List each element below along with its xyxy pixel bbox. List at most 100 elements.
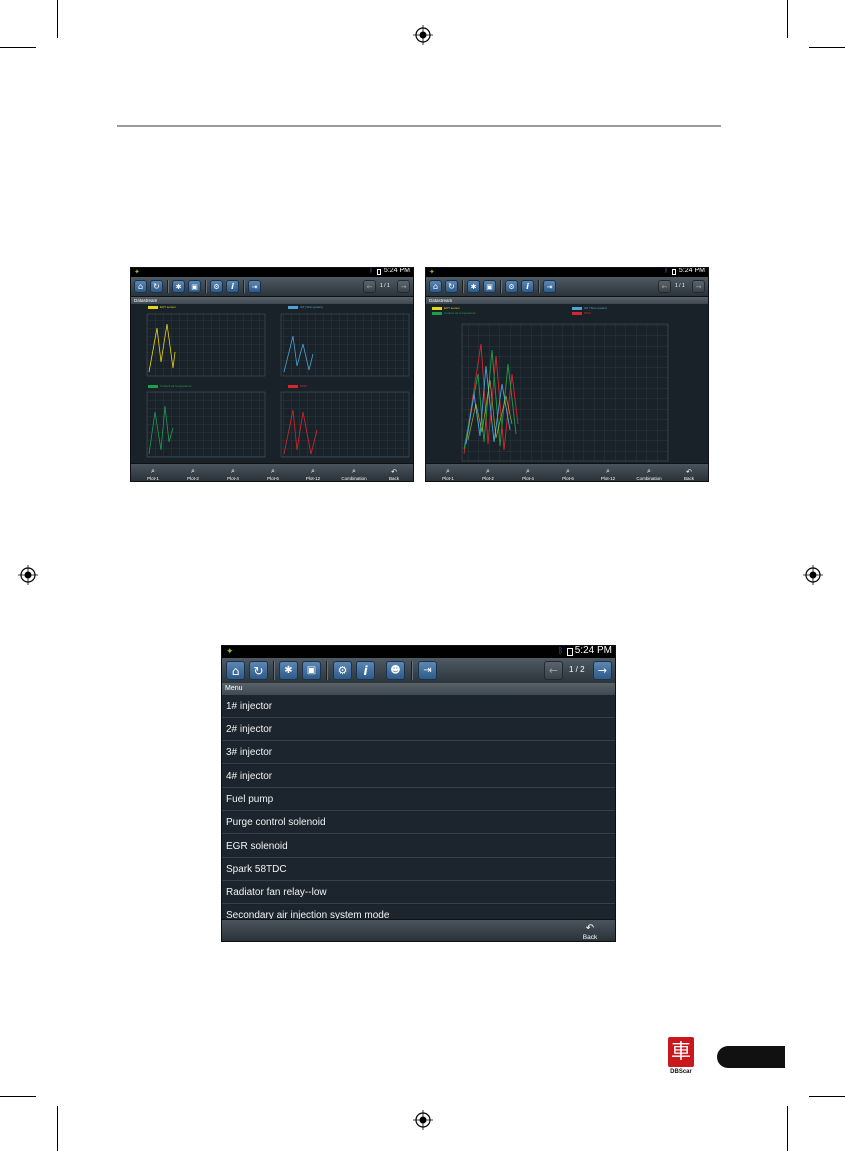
next-page-button[interactable]: → [692,280,705,293]
toolbar-separator [205,280,207,293]
toolbar-separator [500,280,502,293]
plot-12-button[interactable]: ⌕ Plot-12 [299,464,327,481]
back-arrow-icon: ↶ [686,469,692,476]
arrow-right-icon: → [695,282,702,291]
list-item[interactable]: 4# injector [222,765,615,788]
button-label: Plot-4 [522,476,534,481]
gear-icon: ⚙ [508,282,515,291]
plot-12-button[interactable]: ⌕ Plot-12 [594,464,622,481]
legend-label: ECT sensor [444,306,460,310]
plot-6-button[interactable]: ⌕ Plot-6 [554,464,582,481]
refresh-icon: ↻ [153,282,160,291]
toolbar: ⌂ ↻ ✱ ▣ ⚙ i ⇥ ← 1 / 1 → [131,277,413,297]
back-arrow-icon: ↶ [585,923,595,934]
list-item[interactable]: EGR solenoid [222,835,615,858]
bluetooth-icon: ᛒ [369,268,373,274]
exit-button[interactable]: ⇥ [248,280,261,293]
list-item[interactable]: 1# injector [222,695,615,718]
message-icon: ▣ [306,665,317,676]
legend-swatch-green [148,385,158,388]
bottom-bar: ⌕ Plot-1 ⌕ Plot-2 ⌕ Plot-4 ⌕ Plot-6 ⌕ Plot-12… [426,463,708,481]
list-item-label: 3# injector [226,746,273,758]
bottom-bar: ↶ Back [222,919,615,941]
back-button[interactable]: ↶ Back [574,920,606,942]
info-button[interactable]: i [226,280,239,293]
next-page-button[interactable]: → [397,280,410,293]
record-button[interactable]: ✱ [467,280,480,293]
back-button[interactable]: ↶ Back [676,464,702,481]
exit-button[interactable]: ⇥ [543,280,556,293]
settings-button[interactable]: ⚙ [333,661,352,680]
combination-button[interactable]: ⌕ Combination [337,464,371,481]
record-button[interactable]: ✱ [279,661,298,680]
plot-1-button[interactable]: ⌕ Plot-1 [434,464,462,481]
plot-1-button[interactable]: ⌕ Plot-1 [139,464,167,481]
next-page-button[interactable]: → [593,661,612,680]
home-button[interactable]: ⌂ [134,280,147,293]
section-label: Datastream [426,297,708,304]
list-item[interactable]: Spark 58TDC [222,858,615,881]
refresh-button[interactable]: ↻ [249,661,268,680]
plot-grid [280,313,410,377]
crop-mark [0,1096,36,1097]
home-button[interactable]: ⌂ [429,280,442,293]
legend-label: Coolant air temperature [160,384,192,388]
info-button[interactable]: i [521,280,534,293]
prev-page-button[interactable]: ← [658,280,671,293]
toolbar: ⌂ ↻ ✱ ▣ ⚙ i ☻ ⇥ ← 1 / 2 → [222,658,615,684]
refresh-button[interactable]: ↻ [445,280,458,293]
refresh-icon: ↻ [253,663,264,678]
chart-icon: ⌕ [231,468,235,475]
bluetooth-icon: ᛒ [664,268,668,274]
record-button[interactable]: ✱ [172,280,185,293]
message-button[interactable]: ▣ [483,280,496,293]
list-item-label: 4# injector [226,770,273,782]
exit-icon: ⇥ [546,282,553,291]
message-button[interactable]: ▣ [302,661,321,680]
status-bar: ✦ ᛒ 5:24 PM [426,268,708,277]
record-icon: ✱ [470,282,477,291]
plot-2-button[interactable]: ⌕ Plot-2 [179,464,207,481]
toolbar-separator [273,661,275,680]
toolbar-separator [411,661,413,680]
info-icon: i [231,282,234,291]
legend-swatch-blue [288,306,298,309]
settings-button[interactable]: ⚙ [505,280,518,293]
refresh-button[interactable]: ↻ [150,280,163,293]
list-item[interactable]: Fuel pump [222,788,615,811]
arrow-right-icon: → [400,282,407,291]
plot-6-button[interactable]: ⌕ Plot-6 [259,464,287,481]
plot-2-button[interactable]: ⌕ Plot-2 [474,464,502,481]
button-label: Plot-1 [442,476,454,481]
registration-mark-icon [413,25,433,45]
plot-4-button[interactable]: ⌕ Plot-4 [219,464,247,481]
home-button[interactable]: ⌂ [226,661,245,680]
screenshot-actuation-menu: ✦ ᛒ 5:24 PM ⌂ ↻ ✱ ▣ ⚙ i ☻ ⇥ ← 1 / 2 → Me… [221,645,616,942]
message-button[interactable]: ▣ [188,280,201,293]
list-item[interactable]: Secondary air injection system mode [222,905,615,920]
prev-page-button[interactable]: ← [544,661,563,680]
button-label: Back [388,476,399,481]
page-indicator: 1 / 1 [380,283,390,289]
info-button[interactable]: i [356,661,375,680]
toolbar-separator [538,280,540,293]
back-button[interactable]: ↶ Back [381,464,407,481]
plot-4-button[interactable]: ⌕ Plot-4 [514,464,542,481]
combination-button[interactable]: ⌕ Combination [632,464,666,481]
prev-page-button[interactable]: ← [363,280,376,293]
screenshot-datastream-combination: ✦ ᛒ 5:24 PM ⌂ ↻ ✱ ▣ ⚙ i ⇥ ← 1 / 1 → Data… [425,267,709,482]
list-item[interactable]: 2# injector [222,718,615,741]
list-item[interactable]: Radiator fan relay--low [222,881,615,904]
exit-button[interactable]: ⇥ [418,661,437,680]
home-icon: ⌂ [137,282,144,291]
chart-icon: ⌕ [151,468,155,475]
users-button[interactable]: ☻ [386,661,405,680]
battery-icon [567,648,573,656]
list-item[interactable]: Purge control solenoid [222,811,615,834]
settings-button[interactable]: ⚙ [210,280,223,293]
record-icon: ✱ [175,282,182,291]
crop-mark [809,1096,845,1097]
list-item[interactable]: 3# injector [222,741,615,764]
exit-icon: ⇥ [251,282,258,291]
crop-mark [0,47,36,48]
